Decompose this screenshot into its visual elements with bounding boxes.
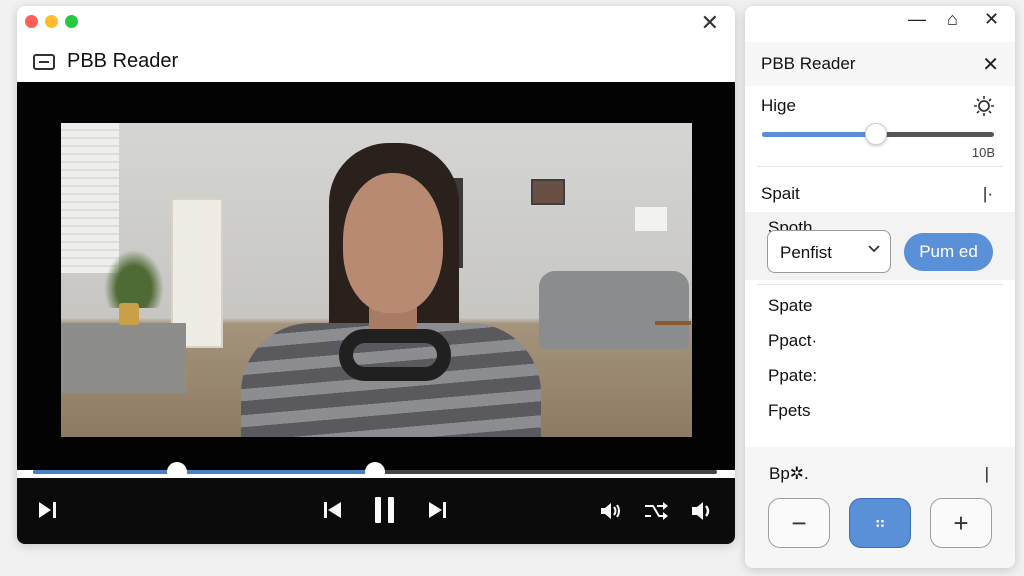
decrement-button[interactable]: − — [768, 498, 830, 548]
value-slider-knob[interactable] — [864, 123, 887, 145]
panel-close-icon[interactable]: ✕ — [982, 52, 999, 77]
minimize-icon[interactable]: — — [908, 10, 926, 28]
bottom-end-mark: | — [984, 464, 989, 483]
skip-to-end-icon[interactable] — [37, 500, 59, 524]
chevron-down-icon — [868, 241, 880, 256]
minus-icon: − — [791, 507, 807, 538]
panel-titlebar: — ⌂ ✕ — [745, 6, 1015, 40]
volume-icon[interactable] — [599, 501, 623, 525]
slider-label: Hige — [761, 96, 796, 115]
window-close-icon[interactable]: ✕ — [984, 10, 999, 28]
seek-bar[interactable] — [33, 462, 717, 482]
divider — [757, 284, 1003, 285]
app-title: PBB Reader — [67, 50, 179, 72]
spoth-action-label: Pum ed — [919, 242, 978, 261]
previous-icon[interactable] — [323, 501, 343, 523]
scene-sideboard — [61, 323, 186, 393]
maximize-icon[interactable]: ⌂ — [947, 10, 958, 28]
video-frame[interactable] — [61, 123, 692, 437]
next-icon[interactable] — [427, 501, 447, 523]
grid-toggle-button[interactable]: ⠶ — [849, 498, 911, 548]
window-traffic-lights — [25, 15, 78, 28]
window-close-dot[interactable] — [25, 15, 38, 28]
close-icon[interactable]: ✕ — [701, 12, 719, 34]
plus-icon: + — [953, 507, 969, 538]
playback-controls — [17, 478, 735, 544]
increment-button[interactable]: + — [930, 498, 992, 548]
slider-value: 10B — [971, 145, 995, 160]
scene-person-face — [343, 173, 443, 313]
scene-plant — [99, 243, 169, 308]
divider — [757, 166, 1003, 167]
spoth-select-value: Penfist — [780, 243, 832, 262]
panel-title: PBB Reader — [761, 54, 856, 73]
app-header: PBB Reader — [33, 50, 178, 73]
list-item[interactable]: Ppact· — [768, 331, 817, 351]
window-minimize-dot[interactable] — [45, 15, 58, 28]
spait-label: Spait — [761, 184, 800, 203]
value-slider-fill — [762, 132, 876, 137]
list-item[interactable]: Fpets — [768, 401, 811, 421]
scene-wall-picture — [531, 179, 565, 205]
spoth-action-button[interactable]: Pum ed — [904, 233, 993, 271]
reader-panel: — ⌂ ✕ PBB Reader ✕ Hige 10B Spait |· Spo… — [745, 6, 1015, 568]
bottom-label: Bp✲. — [769, 464, 809, 483]
panel-header: PBB Reader ✕ — [745, 42, 1015, 86]
video-viewport[interactable] — [17, 82, 735, 470]
window-zoom-dot[interactable] — [65, 15, 78, 28]
list-item[interactable]: Spate — [768, 296, 812, 316]
spait-end-mark: |· — [982, 184, 993, 203]
grid-dots-icon: ⠶ — [874, 515, 886, 532]
reader-icon — [33, 53, 55, 70]
scene-side-table — [655, 321, 691, 381]
player-window: ✕ PBB Reader — [17, 6, 735, 544]
shuffle-icon[interactable] — [643, 500, 669, 526]
brightness-icon[interactable] — [971, 94, 997, 123]
scene-lamp — [635, 207, 667, 231]
speaker-icon[interactable] — [689, 499, 715, 527]
spoth-select[interactable]: Penfist — [767, 230, 891, 273]
scene-plant-pot — [119, 303, 139, 325]
value-slider[interactable] — [762, 123, 994, 145]
scene-headphones — [339, 329, 451, 381]
list-item[interactable]: Ppate: — [768, 366, 817, 386]
seek-bar-fill — [33, 470, 375, 474]
pause-icon[interactable] — [373, 496, 397, 528]
